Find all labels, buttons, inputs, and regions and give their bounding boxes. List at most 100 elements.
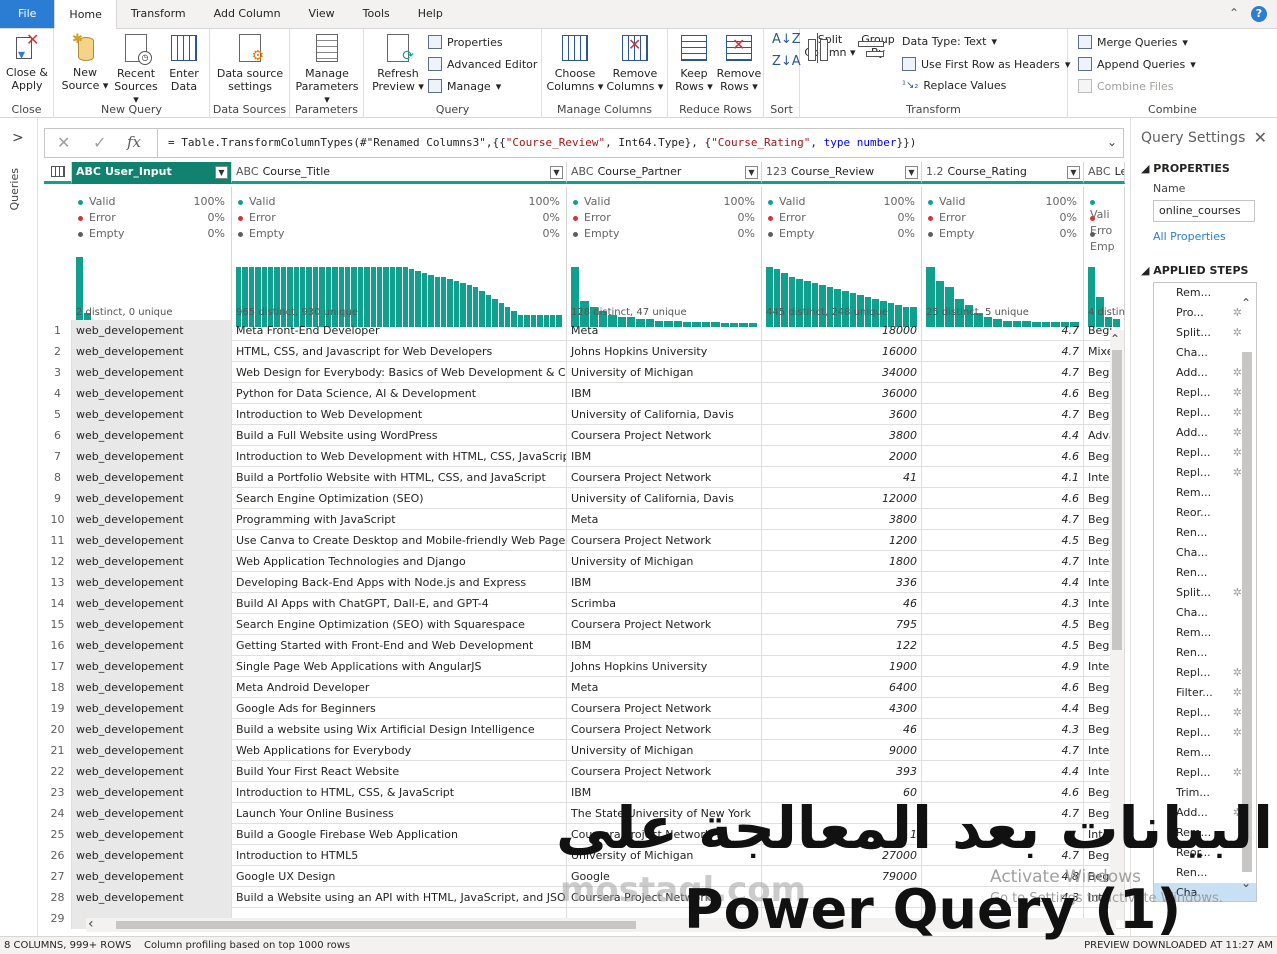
table-cell[interactable]: Introduction to Web Development with HTM…: [232, 446, 567, 467]
grid-horizontal-thumb[interactable]: [116, 921, 636, 929]
expand-queries-icon[interactable]: >: [12, 130, 24, 146]
table-cell[interactable]: Web Application Technologies and Django: [232, 551, 567, 572]
table-cell[interactable]: 4.7: [922, 341, 1084, 362]
table-row[interactable]: 22 web_developement Build Your First React…: [44, 761, 1125, 782]
value-distribution-chart[interactable]: [1088, 267, 1120, 327]
table-cell[interactable]: 122: [762, 635, 922, 656]
table-cell[interactable]: web_developement: [72, 677, 232, 698]
value-distribution-chart[interactable]: [236, 267, 562, 327]
table-row[interactable]: 16 web_developement Getting Started with F…: [44, 635, 1125, 656]
table-cell[interactable]: Search Engine Optimization (SEO) with Sq…: [232, 614, 567, 635]
table-cell[interactable]: web_developement: [72, 845, 232, 866]
table-cell[interactable]: 795: [762, 614, 922, 635]
tab-transform[interactable]: Transform: [117, 0, 200, 28]
table-cell[interactable]: web_developement: [72, 488, 232, 509]
table-cell[interactable]: Meta Android Developer: [232, 677, 567, 698]
table-cell[interactable]: Johns Hopkins University: [567, 656, 762, 677]
column-header-1[interactable]: ABC Course_Title ▼: [232, 162, 567, 184]
table-cell[interactable]: University of California, Davis: [567, 404, 762, 425]
table-cell[interactable]: 336: [762, 572, 922, 593]
table-cell[interactable]: web_developement: [72, 404, 232, 425]
table-cell[interactable]: Build a Portfolio Website with HTML, CSS…: [232, 467, 567, 488]
table-row[interactable]: 18 web_developement Meta Android Developer…: [44, 677, 1125, 698]
table-cell[interactable]: Coursera Project Network: [567, 530, 762, 551]
recent-sources-button[interactable]: ◷ Recent Sources ▾: [110, 33, 162, 106]
grid-vertical-thumb[interactable]: [1112, 350, 1122, 650]
table-cell[interactable]: 1800: [762, 551, 922, 572]
table-cell[interactable]: Meta: [567, 677, 762, 698]
column-header-0[interactable]: ABC User_Input ▼: [72, 162, 232, 184]
table-cell[interactable]: 3800: [762, 425, 922, 446]
manage-parameters-button[interactable]: Manage Parameters ▾: [292, 33, 362, 106]
formula-input[interactable]: = Table.TransformColumnTypes(#"Renamed C…: [157, 129, 916, 157]
table-cell[interactable]: Johns Hopkins University: [567, 341, 762, 362]
table-cell[interactable]: Getting Started with Front-End and Web D…: [232, 635, 567, 656]
table-row[interactable]: 17 web_developement Single Page Web Applic…: [44, 656, 1125, 677]
table-cell[interactable]: 4.7: [922, 740, 1084, 761]
column-type-icon[interactable]: 123: [766, 165, 787, 178]
table-cell[interactable]: 4.6: [922, 446, 1084, 467]
advanced-editor-button[interactable]: Advanced Editor: [428, 57, 537, 71]
all-properties-link[interactable]: All Properties: [1153, 230, 1226, 243]
table-cell[interactable]: 4.6: [922, 488, 1084, 509]
table-row[interactable]: 3 web_developement Web Design for Everybod…: [44, 362, 1125, 383]
enter-data-button[interactable]: Enter Data: [164, 33, 204, 93]
table-cell[interactable]: Coursera Project Network: [567, 614, 762, 635]
table-cell[interactable]: web_developement: [72, 761, 232, 782]
table-cell[interactable]: Coursera Project Network: [567, 467, 762, 488]
table-row[interactable]: 21 web_developement Web Applications for E…: [44, 740, 1125, 761]
table-cell[interactable]: Coursera Project Network: [567, 761, 762, 782]
merge-queries-button[interactable]: Merge Queries ▾: [1078, 35, 1188, 49]
group-by-button[interactable]: Group By: [856, 33, 900, 59]
value-distribution-chart[interactable]: [766, 267, 917, 327]
table-cell[interactable]: Search Engine Optimization (SEO): [232, 488, 567, 509]
table-cell[interactable]: web_developement: [72, 467, 232, 488]
keep-rows-button[interactable]: Keep Rows ▾: [672, 33, 716, 93]
table-cell[interactable]: Google UX Design: [232, 866, 567, 887]
table-cell[interactable]: 46: [762, 719, 922, 740]
table-cell[interactable]: web_developement: [72, 383, 232, 404]
table-cell[interactable]: Build a Google Firebase Web Application: [232, 824, 567, 845]
value-distribution-chart[interactable]: [926, 267, 1079, 327]
tab-tools[interactable]: Tools: [349, 0, 404, 28]
column-filter-dropdown-icon[interactable]: ▼: [215, 166, 228, 179]
table-cell[interactable]: Build Your First React Website: [232, 761, 567, 782]
table-cell[interactable]: 4.3: [922, 719, 1084, 740]
table-cell[interactable]: 4.4: [922, 698, 1084, 719]
collapse-ribbon-icon[interactable]: ⌃: [1229, 6, 1239, 22]
table-cell[interactable]: web_developement: [72, 530, 232, 551]
table-cell[interactable]: web_developement: [72, 320, 232, 341]
table-cell[interactable]: web_developement: [72, 341, 232, 362]
table-cell[interactable]: Programming with JavaScript: [232, 509, 567, 530]
table-cell[interactable]: web_developement: [72, 425, 232, 446]
table-cell[interactable]: web_developement: [72, 719, 232, 740]
table-cell[interactable]: Python for Data Science, AI & Developmen…: [232, 383, 567, 404]
query-name-input[interactable]: online_courses: [1153, 200, 1255, 222]
tab-view[interactable]: View: [295, 0, 349, 28]
remove-columns-button[interactable]: ✕ Remove Columns ▾: [604, 33, 666, 93]
refresh-preview-button[interactable]: ⟳ Refresh Preview ▾: [370, 33, 426, 93]
table-cell[interactable]: 1200: [762, 530, 922, 551]
table-cell[interactable]: 4.1: [922, 467, 1084, 488]
table-cell[interactable]: Web Design for Everybody: Basics of Web …: [232, 362, 567, 383]
table-row[interactable]: 5 web_developement Introduction to Web Dev…: [44, 404, 1125, 425]
column-type-icon[interactable]: ABC: [1088, 165, 1111, 178]
column-filter-dropdown-icon[interactable]: ▼: [745, 166, 758, 179]
table-cell[interactable]: 4.3: [922, 593, 1084, 614]
data-type-button[interactable]: Data Type: Text ▾: [902, 35, 997, 48]
table-cell[interactable]: Developing Back-End Apps with Node.js an…: [232, 572, 567, 593]
table-cell[interactable]: Web Applications for Everybody: [232, 740, 567, 761]
table-cell[interactable]: IBM: [567, 446, 762, 467]
table-cell[interactable]: Meta: [567, 509, 762, 530]
table-cell[interactable]: Google Ads for Beginners: [232, 698, 567, 719]
table-cell[interactable]: Build a Full Website using WordPress: [232, 425, 567, 446]
table-cell[interactable]: web_developement: [72, 782, 232, 803]
append-queries-button[interactable]: Append Queries ▾: [1078, 57, 1196, 71]
value-distribution-chart[interactable]: [76, 257, 91, 327]
table-cell[interactable]: web_developement: [72, 698, 232, 719]
column-header-5[interactable]: ABCLev: [1084, 162, 1125, 184]
table-cell[interactable]: IBM: [567, 635, 762, 656]
tab-file[interactable]: File: [0, 0, 55, 28]
new-source-button[interactable]: ✱ New Source ▾: [60, 33, 110, 92]
status-profiling[interactable]: Column profiling based on top 1000 rows: [144, 937, 350, 954]
